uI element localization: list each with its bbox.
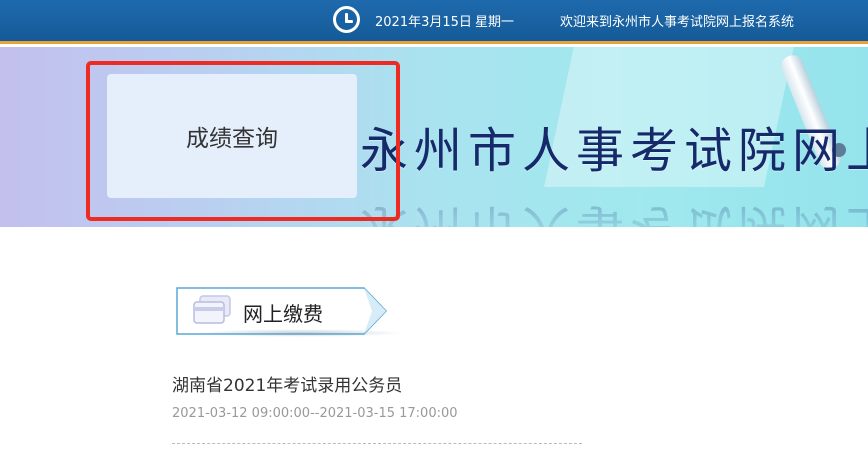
banner: 永州市人事考试院网上 永州市人事考试院网上 成绩查询 <box>0 47 868 227</box>
exam-item-time: 2021-03-12 09:00:00--2021-03-15 17:00:00 <box>172 406 458 421</box>
site-title-reflection: 永州市人事考试院网上 <box>360 199 868 227</box>
top-bar: 2021年3月15日 星期一 欢迎来到永州市人事考试院网上报名系统 <box>0 0 868 44</box>
current-weekday: 星期一 <box>475 15 515 30</box>
section-tag-shadow <box>195 329 405 337</box>
site-title: 永州市人事考试院网上 <box>360 123 868 179</box>
current-date: 2021年3月15日 <box>375 15 472 30</box>
clock-icon <box>333 6 360 33</box>
section-label: 网上缴费 <box>243 302 323 326</box>
exam-item-title[interactable]: 湖南省2021年考试录用公务员 <box>172 371 402 396</box>
list-divider <box>172 443 582 444</box>
section-tag-online-payment[interactable]: 网上缴费 <box>176 287 388 335</box>
score-query-button[interactable]: 成绩查询 <box>107 74 357 198</box>
payment-card-icon <box>192 295 232 325</box>
welcome-text: 欢迎来到永州市人事考试院网上报名系统 <box>560 15 795 30</box>
